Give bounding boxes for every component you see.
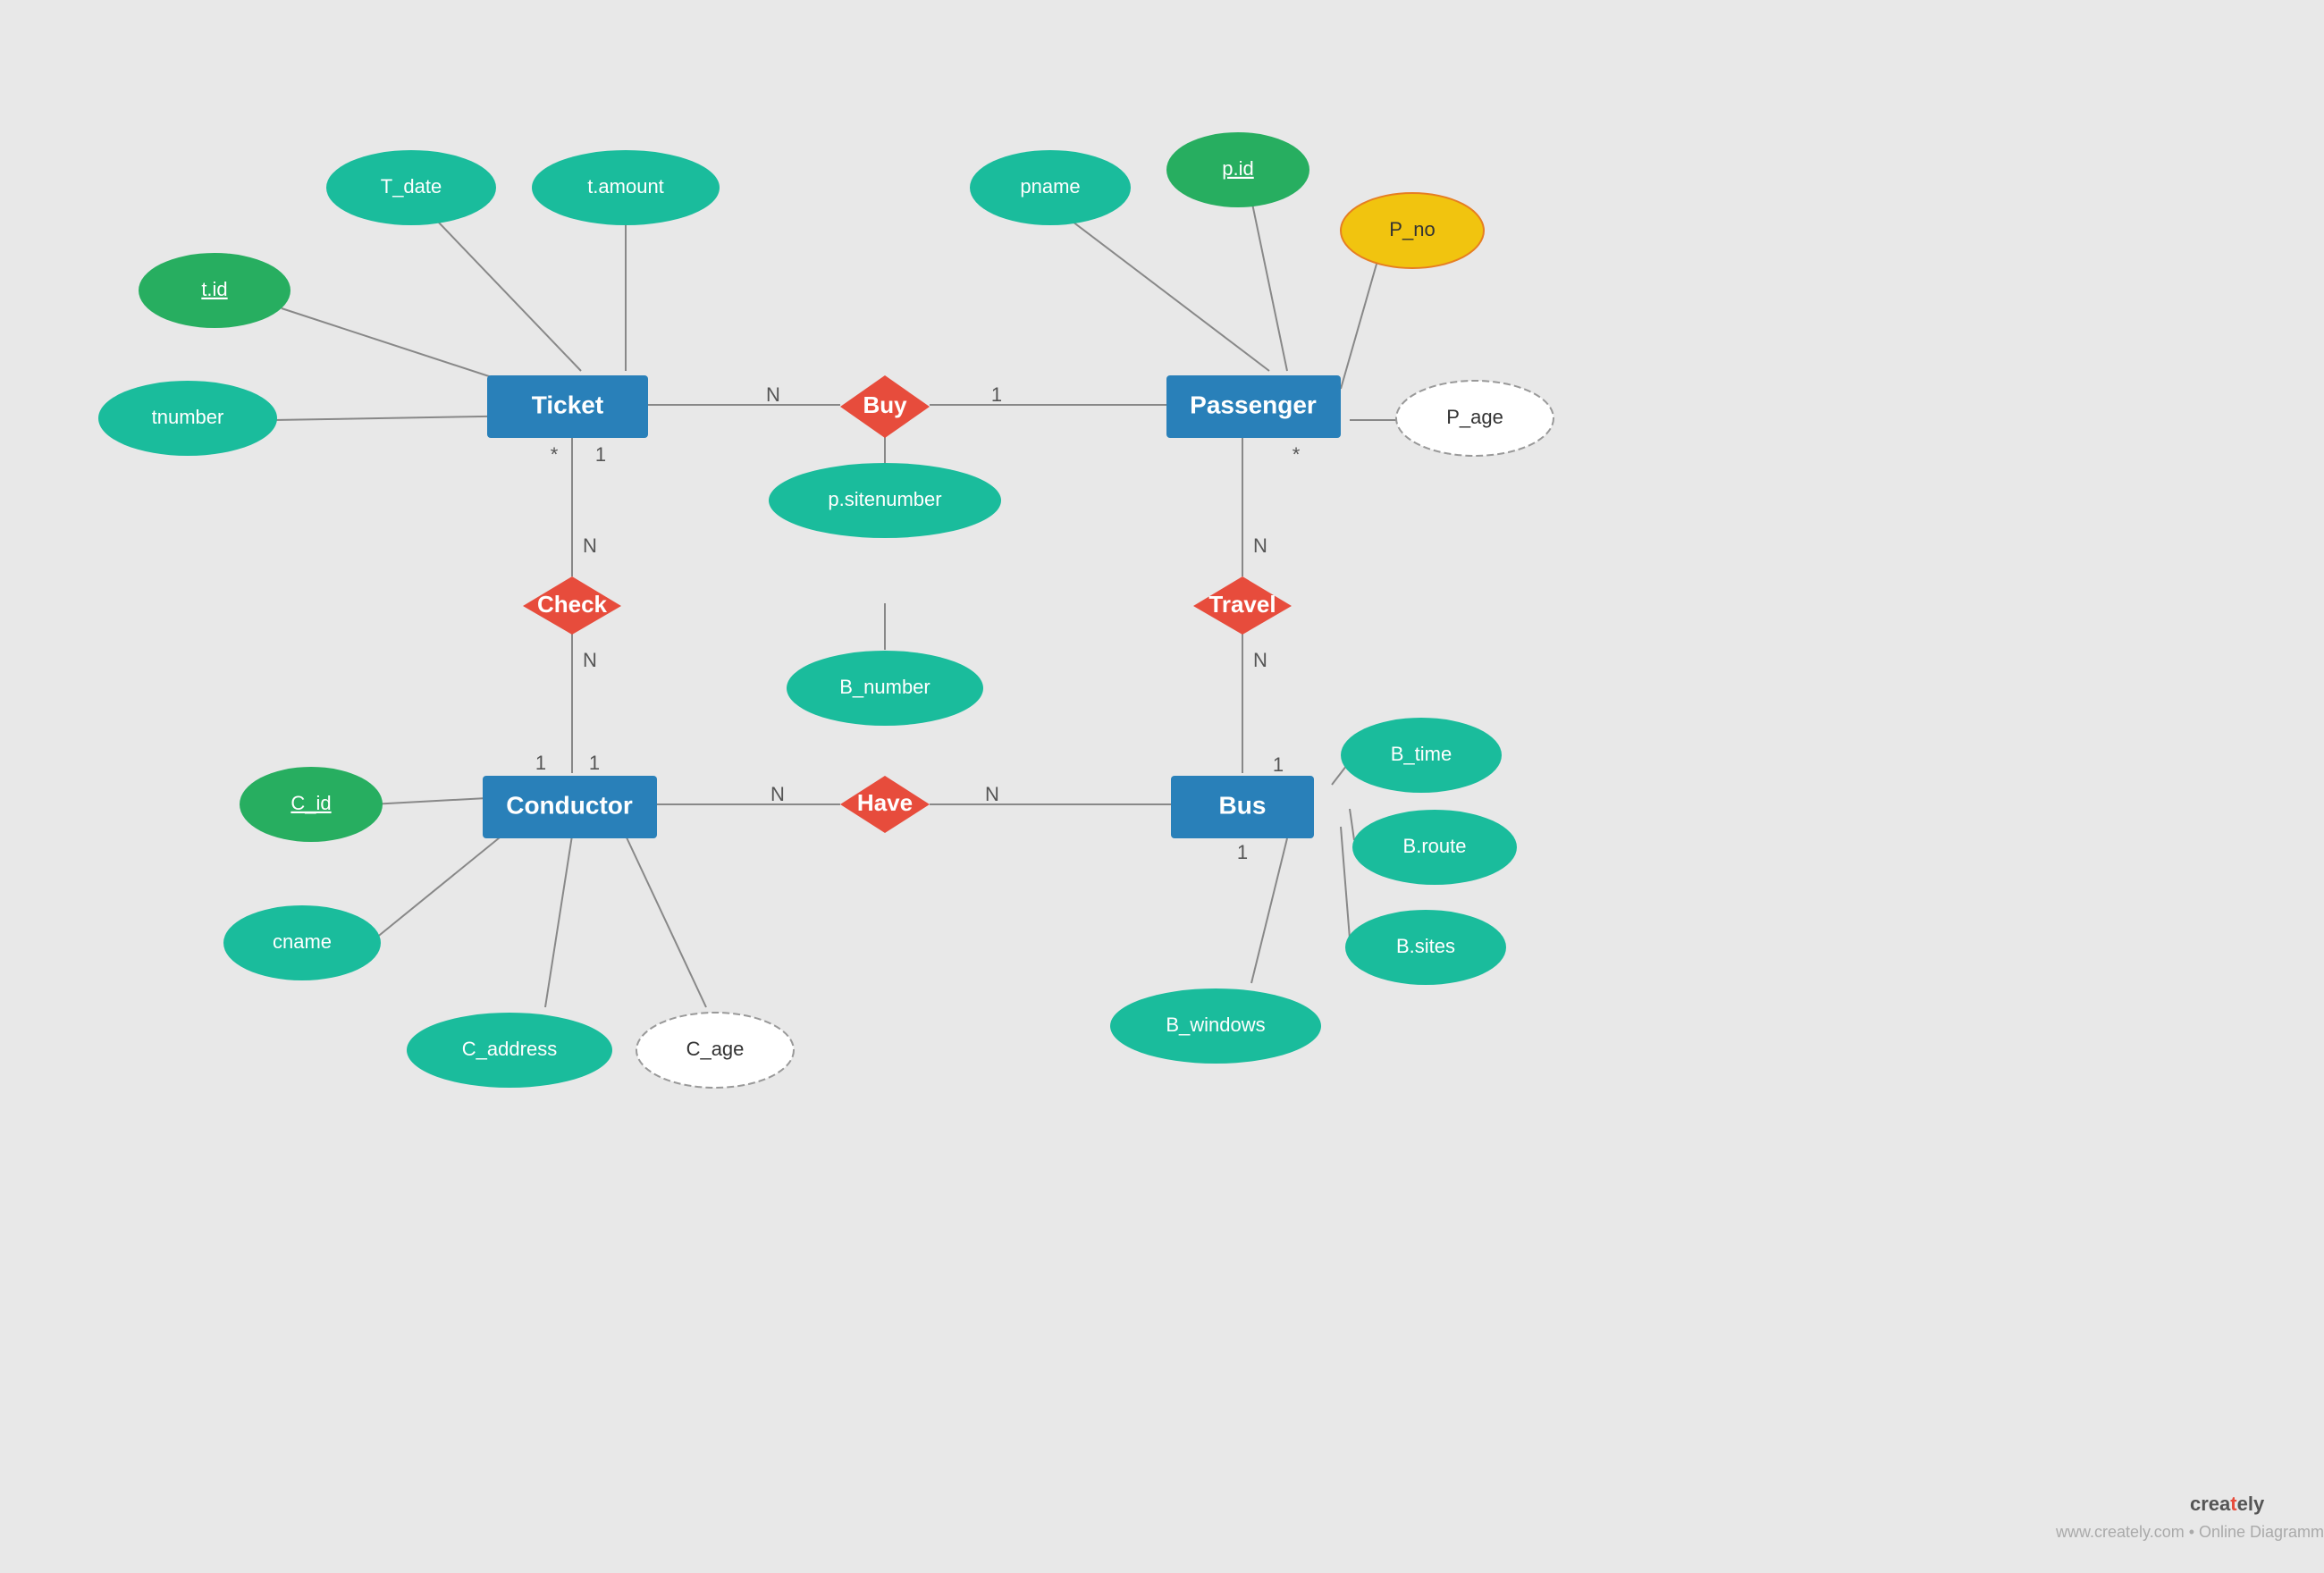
svg-text:1: 1 xyxy=(589,752,600,774)
relation-buy-label: Buy xyxy=(863,391,907,418)
attr-broute-label: B.route xyxy=(1403,835,1467,857)
svg-text:1: 1 xyxy=(991,383,1002,406)
attr-cname-label: cname xyxy=(273,930,332,953)
attr-cid-label: C_id xyxy=(290,792,331,814)
er-diagram: Ticket Passenger Conductor Bus Buy Check… xyxy=(0,0,2324,1573)
svg-text:N: N xyxy=(1253,534,1267,557)
svg-text:N: N xyxy=(583,649,597,671)
svg-text:N: N xyxy=(583,534,597,557)
entity-bus-label: Bus xyxy=(1219,791,1267,819)
relation-travel-label: Travel xyxy=(1208,591,1276,618)
attr-tdate-label: T_date xyxy=(381,175,442,198)
svg-text:1: 1 xyxy=(595,443,606,466)
attr-tid-label: t.id xyxy=(201,278,227,300)
svg-text:N: N xyxy=(1253,649,1267,671)
attr-cage-label: C_age xyxy=(686,1038,745,1060)
svg-text:1: 1 xyxy=(1273,753,1284,776)
brand-label: creately xyxy=(2190,1493,2265,1515)
svg-text:1: 1 xyxy=(1237,841,1248,863)
attr-bwindows-label: B_windows xyxy=(1166,1014,1265,1036)
svg-text:*: * xyxy=(551,443,559,466)
attr-tnumber-label: tnumber xyxy=(152,406,224,428)
attr-caddress-label: C_address xyxy=(462,1038,557,1060)
entity-conductor-label: Conductor xyxy=(506,791,633,819)
svg-text:N: N xyxy=(766,383,780,406)
svg-text:*: * xyxy=(1293,443,1301,466)
attr-btime-label: B_time xyxy=(1391,743,1452,765)
svg-text:1: 1 xyxy=(535,752,546,774)
svg-text:N: N xyxy=(985,783,999,805)
entity-ticket-label: Ticket xyxy=(532,391,603,418)
attr-psitenumber-label: p.sitenumber xyxy=(828,488,941,510)
svg-text:N: N xyxy=(770,783,785,805)
attr-pname-label: pname xyxy=(1020,175,1080,198)
attr-page-label: P_age xyxy=(1446,406,1503,428)
watermark: www.creately.com • Online Diagramming xyxy=(2055,1523,2324,1541)
attr-pno-label: P_no xyxy=(1389,218,1435,240)
attr-tamount-label: t.amount xyxy=(587,175,664,198)
attr-bnumber-label: B_number xyxy=(839,676,930,698)
attr-pid-label: p.id xyxy=(1222,157,1253,180)
attr-bsites-label: B.sites xyxy=(1396,935,1455,957)
relation-have-label: Have xyxy=(857,789,913,816)
relation-check-label: Check xyxy=(537,591,608,618)
entity-passenger-label: Passenger xyxy=(1190,391,1317,418)
